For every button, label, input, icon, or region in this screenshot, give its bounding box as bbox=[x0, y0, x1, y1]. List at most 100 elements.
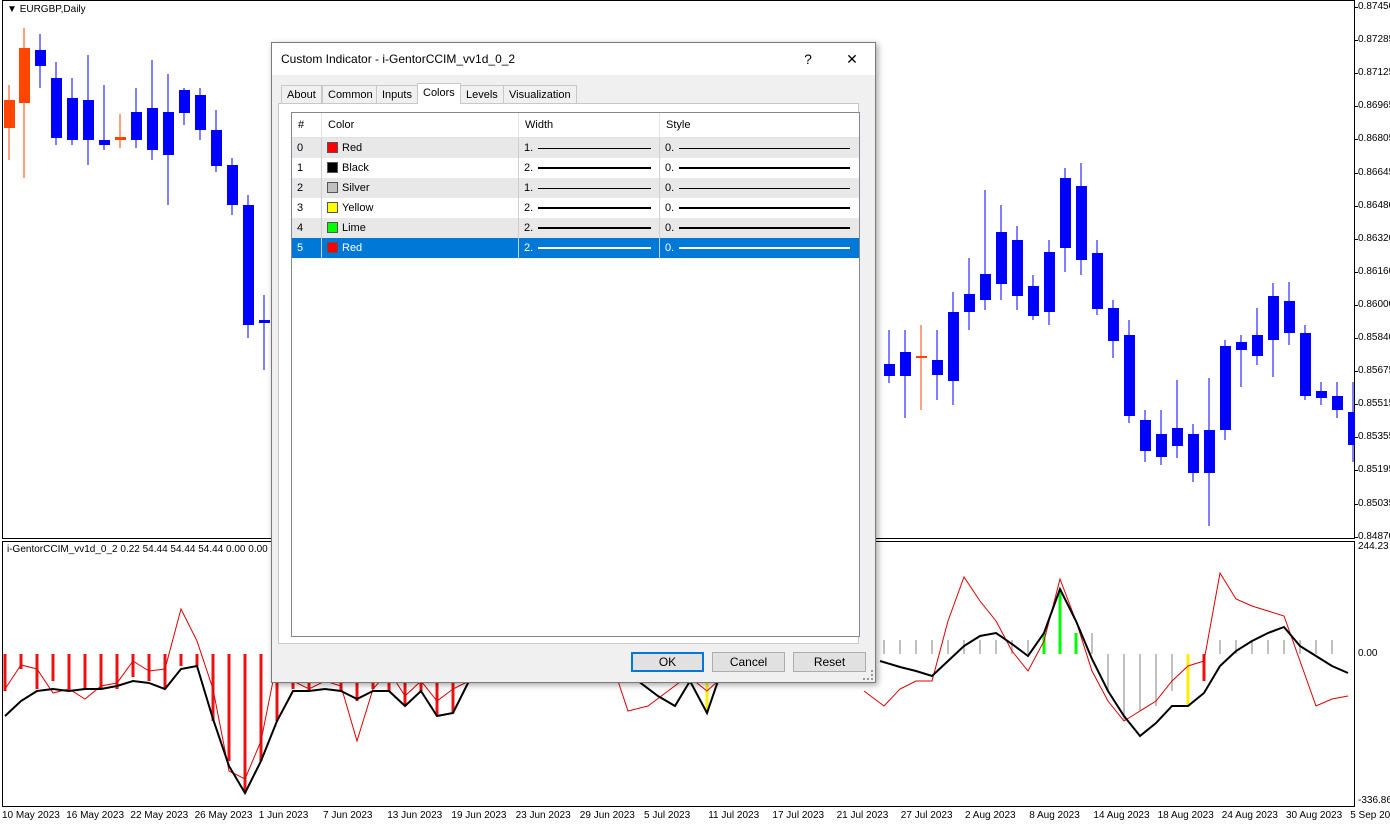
color-row[interactable]: 5 Red 2. 0. bbox=[292, 238, 859, 258]
row-width-cell[interactable]: 2. bbox=[519, 238, 660, 258]
candle-body bbox=[211, 130, 222, 166]
color-row[interactable]: 0 Red 1. 0. bbox=[292, 138, 859, 158]
price-tick: 0.85675 bbox=[1358, 365, 1390, 377]
price-tick: 0.85515 bbox=[1358, 398, 1390, 410]
row-color-cell[interactable]: Red bbox=[322, 238, 519, 258]
date-tick: 14 Aug 2023 bbox=[1093, 810, 1150, 821]
col-header-color[interactable]: Color bbox=[322, 113, 519, 137]
price-tick-mark bbox=[1355, 73, 1358, 75]
dialog-titlebar[interactable]: Custom Indicator - i-GentorCCIM_vv1d_0_2… bbox=[272, 43, 875, 75]
row-color-cell[interactable]: Silver bbox=[322, 178, 519, 198]
date-tick: 21 Jul 2023 bbox=[836, 810, 889, 821]
style-value: 0. bbox=[665, 222, 675, 234]
color-row[interactable]: 3 Yellow 2. 0. bbox=[292, 198, 859, 218]
width-value: 1. bbox=[524, 182, 534, 194]
row-width-cell[interactable]: 1. bbox=[519, 178, 660, 198]
width-line-sample bbox=[538, 167, 651, 169]
candle-body bbox=[51, 78, 62, 138]
candle-body bbox=[1284, 301, 1295, 333]
close-icon[interactable]: ✕ bbox=[830, 43, 874, 75]
reset-button[interactable]: Reset bbox=[793, 652, 866, 672]
row-width-cell[interactable]: 2. bbox=[519, 198, 660, 218]
width-line-sample bbox=[538, 207, 651, 209]
price-tick-mark bbox=[1355, 205, 1358, 207]
color-row[interactable]: 2 Silver 1. 0. bbox=[292, 178, 859, 198]
signal-line bbox=[863, 571, 1349, 722]
price-tick: 0.86160 bbox=[1358, 265, 1390, 277]
col-header-index[interactable]: # bbox=[292, 113, 322, 137]
colors-tab-panel: # Color Width Style 0 Red 1. 0. 1 Black 2. 0. 2 S… bbox=[278, 103, 860, 644]
candle-body bbox=[1012, 240, 1023, 296]
color-swatch bbox=[327, 162, 338, 173]
resize-grip-icon[interactable] bbox=[863, 670, 873, 680]
cancel-button[interactable]: Cancel bbox=[712, 652, 785, 672]
price-tick: 0.85035 bbox=[1358, 497, 1390, 509]
tab-levels[interactable]: Levels bbox=[460, 85, 504, 103]
row-style-cell[interactable]: 0. bbox=[660, 198, 859, 218]
candle-body bbox=[1252, 335, 1263, 356]
row-style-cell[interactable]: 0. bbox=[660, 158, 859, 178]
candle-body bbox=[19, 48, 30, 103]
row-style-cell[interactable]: 0. bbox=[660, 178, 859, 198]
width-line-sample bbox=[538, 247, 651, 249]
price-tick: 0.86320 bbox=[1358, 232, 1390, 244]
candle-body bbox=[4, 100, 15, 128]
width-line-sample bbox=[538, 188, 651, 189]
row-style-cell[interactable]: 0. bbox=[660, 238, 859, 258]
row-index: 1 bbox=[292, 158, 322, 178]
tab-common[interactable]: Common bbox=[322, 85, 379, 103]
candle-body bbox=[35, 50, 46, 66]
row-color-cell[interactable]: Red bbox=[322, 138, 519, 158]
color-row[interactable]: 4 Lime 2. 0. bbox=[292, 218, 859, 238]
candle-body bbox=[259, 320, 270, 323]
row-width-cell[interactable]: 1. bbox=[519, 138, 660, 158]
candle-body bbox=[1348, 412, 1355, 445]
row-color-cell[interactable]: Black bbox=[322, 158, 519, 178]
candle-body bbox=[1076, 186, 1087, 260]
width-value: 1. bbox=[524, 142, 534, 154]
color-swatch bbox=[327, 222, 338, 233]
style-line-sample bbox=[679, 227, 850, 229]
candle-body bbox=[996, 232, 1007, 284]
date-tick: 17 Jul 2023 bbox=[772, 810, 825, 821]
date-tick: 5 Sep 2023 bbox=[1350, 810, 1390, 821]
style-line-sample bbox=[679, 148, 850, 149]
style-value: 0. bbox=[665, 182, 675, 194]
col-header-width[interactable]: Width bbox=[519, 113, 660, 137]
price-tick: 0.87450 bbox=[1358, 1, 1390, 12]
price-tick-mark bbox=[1355, 40, 1358, 42]
grid-header: # Color Width Style bbox=[292, 113, 859, 138]
width-value: 2. bbox=[524, 222, 534, 234]
row-width-cell[interactable]: 2. bbox=[519, 218, 660, 238]
row-color-cell[interactable]: Lime bbox=[322, 218, 519, 238]
width-line-sample bbox=[538, 227, 651, 229]
tab-inputs[interactable]: Inputs bbox=[376, 85, 418, 103]
row-style-cell[interactable]: 0. bbox=[660, 218, 859, 238]
style-value: 0. bbox=[665, 242, 675, 254]
date-tick: 1 Jun 2023 bbox=[258, 810, 309, 821]
style-line-sample bbox=[679, 167, 850, 169]
date-tick: 26 May 2023 bbox=[194, 810, 253, 821]
colors-grid: # Color Width Style 0 Red 1. 0. 1 Black 2. 0. 2 S… bbox=[291, 112, 860, 637]
tab-about[interactable]: About bbox=[281, 85, 322, 103]
date-tick: 23 Jun 2023 bbox=[515, 810, 571, 821]
candle-body bbox=[884, 364, 895, 376]
style-line-sample bbox=[679, 207, 850, 209]
tab-colors[interactable]: Colors bbox=[417, 83, 461, 104]
row-index: 3 bbox=[292, 198, 322, 218]
col-header-style[interactable]: Style bbox=[660, 113, 859, 137]
ok-button[interactable]: OK bbox=[631, 652, 704, 672]
row-style-cell[interactable]: 0. bbox=[660, 138, 859, 158]
candle-body bbox=[243, 205, 254, 325]
candle-body bbox=[1092, 253, 1103, 309]
date-tick: 27 Jul 2023 bbox=[900, 810, 953, 821]
row-color-cell[interactable]: Yellow bbox=[322, 198, 519, 218]
price-tick-mark bbox=[1355, 172, 1358, 174]
color-name: Lime bbox=[342, 222, 366, 234]
row-width-cell[interactable]: 2. bbox=[519, 158, 660, 178]
price-tick-mark bbox=[1355, 139, 1358, 141]
candle-body bbox=[932, 360, 943, 375]
help-button[interactable]: ? bbox=[786, 43, 830, 75]
tab-visualization[interactable]: Visualization bbox=[503, 85, 577, 103]
color-row[interactable]: 1 Black 2. 0. bbox=[292, 158, 859, 178]
